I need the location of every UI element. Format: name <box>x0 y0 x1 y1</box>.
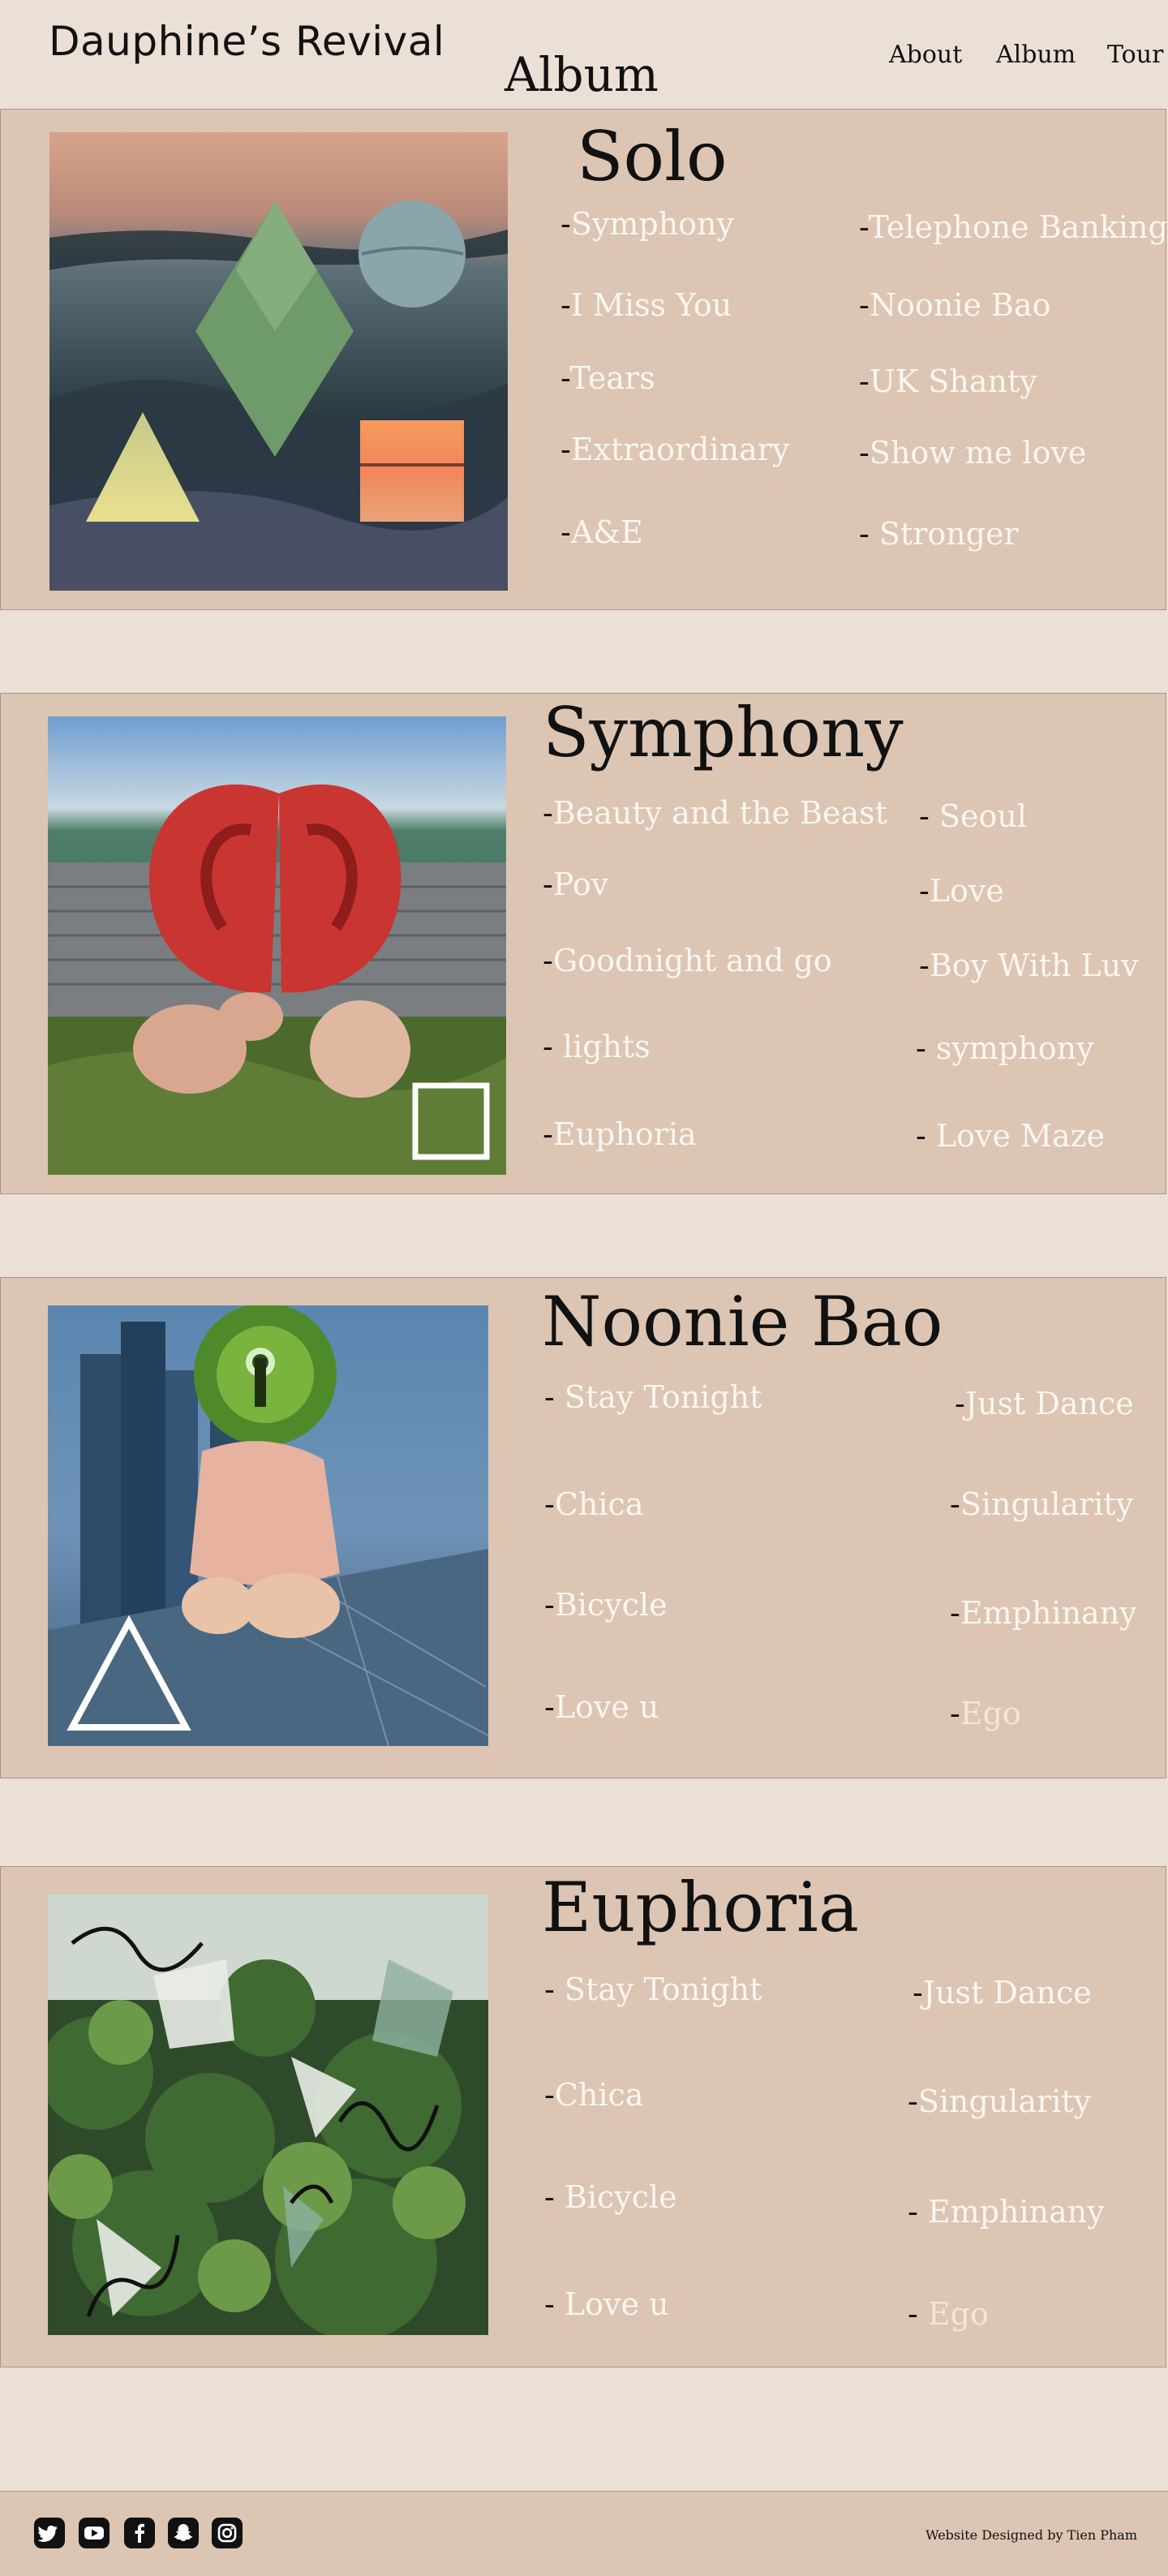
track-item[interactable]: -Love u <box>544 1692 659 1722</box>
track-item[interactable]: -UK Shanty <box>859 366 1037 397</box>
track-item[interactable]: -Boy With Luv <box>919 950 1139 981</box>
track-item[interactable]: -I Miss You <box>560 290 732 320</box>
track-item[interactable]: -Just Dance <box>955 1388 1134 1419</box>
track-item[interactable]: - Stay Tonight <box>544 1974 762 2005</box>
track-item[interactable]: -Just Dance <box>912 1977 1092 2008</box>
nav-about[interactable]: About <box>889 41 962 69</box>
album-section-symphony: Symphony -Beauty and the Beast -Pov -Goo… <box>0 693 1166 1194</box>
track-item[interactable]: - Stay Tonight <box>544 1382 762 1413</box>
track-item[interactable]: - Love u <box>544 2289 669 2320</box>
track-item[interactable]: -Extraordinary <box>560 434 789 465</box>
track-item[interactable]: - Bicycle <box>544 2182 677 2213</box>
instagram-icon[interactable] <box>212 2518 243 2548</box>
track-item[interactable]: -Emphinany <box>950 1598 1137 1628</box>
track-item[interactable]: -Goodnight and go <box>543 945 832 976</box>
track-item[interactable]: -Telephone Banking <box>859 212 1168 243</box>
album-section-noonie-bao: Noonie Bao - Stay Tonight -Chica -Bicycl… <box>0 1277 1166 1778</box>
nav-tour[interactable]: Tour <box>1107 41 1163 69</box>
track-item[interactable]: -Singularity <box>950 1489 1133 1520</box>
album-section-euphoria: Euphoria - Stay Tonight -Chica - Bicycle… <box>0 1866 1166 2367</box>
album-cover-symphony[interactable] <box>48 716 506 1175</box>
track-item[interactable]: -Singularity <box>908 2086 1091 2117</box>
track-item[interactable]: -Euphoria <box>543 1119 697 1150</box>
track-item[interactable]: -Symphony <box>560 209 734 239</box>
track-item[interactable]: -Ego <box>950 1698 1021 1729</box>
track-item[interactable]: -Chica <box>544 1489 643 1520</box>
track-item[interactable]: - Love Maze <box>916 1120 1105 1151</box>
track-item[interactable]: -A&E <box>560 517 643 548</box>
track-item[interactable]: -Show me love <box>859 437 1086 468</box>
album-cover-solo[interactable] <box>49 132 508 591</box>
youtube-icon[interactable] <box>79 2518 110 2548</box>
twitter-icon[interactable] <box>34 2518 65 2548</box>
site-footer: Website Designed by Tien Pham <box>0 2491 1168 2576</box>
nav-album[interactable]: Album <box>996 41 1076 69</box>
album-cover-euphoria[interactable] <box>48 1894 488 2335</box>
brand-logo[interactable]: Dauphine’s Revival <box>49 18 444 65</box>
album-title: Noonie Bao <box>542 1282 943 1361</box>
snapchat-icon[interactable] <box>168 2518 199 2548</box>
track-item[interactable]: -Love <box>919 875 1004 906</box>
track-item[interactable]: -Pov <box>543 869 608 900</box>
track-item[interactable]: -Chica <box>544 2079 643 2110</box>
album-section-solo: Solo -Symphony -I Miss You -Tears -Extra… <box>0 109 1168 610</box>
track-item[interactable]: -Beauty and the Beast <box>543 798 887 828</box>
track-item[interactable]: -Tears <box>560 363 655 393</box>
track-item[interactable]: - Stronger <box>859 518 1019 549</box>
track-item[interactable]: - Seoul <box>919 801 1027 832</box>
album-title: Symphony <box>543 693 904 772</box>
track-item[interactable]: - symphony <box>916 1033 1094 1064</box>
album-title: Solo <box>577 117 728 196</box>
album-title: Euphoria <box>542 1868 859 1947</box>
album-cover-noonie-bao[interactable] <box>48 1305 488 1746</box>
track-item[interactable]: - Ego <box>908 2299 989 2329</box>
facebook-icon[interactable] <box>124 2518 155 2548</box>
track-item[interactable]: -Bicycle <box>544 1589 668 1620</box>
track-item[interactable]: - lights <box>543 1031 651 1062</box>
track-item[interactable]: -Noonie Bao <box>859 290 1051 320</box>
designer-credit: Website Designed by Tien Pham <box>925 2527 1137 2543</box>
page-title: Album <box>505 47 659 102</box>
track-item[interactable]: - Emphinany <box>908 2196 1105 2227</box>
